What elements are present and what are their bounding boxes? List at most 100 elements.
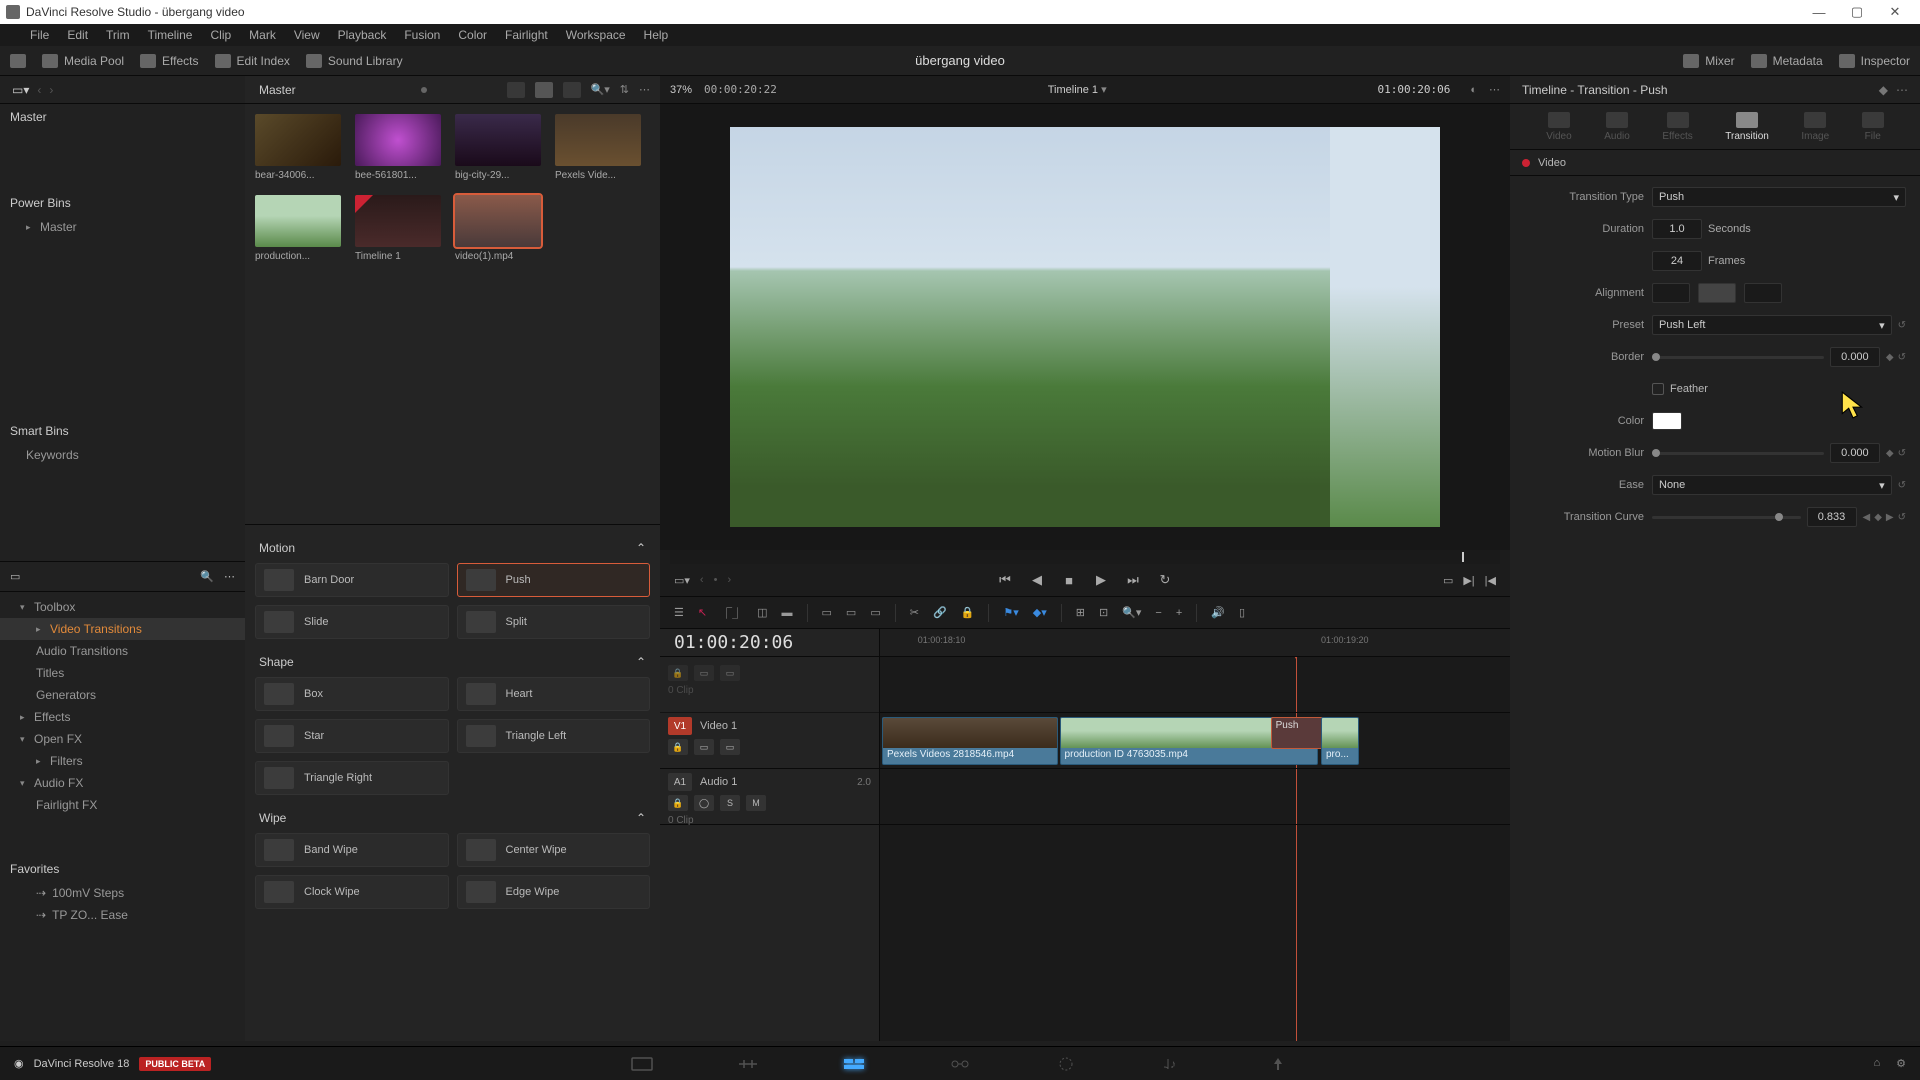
alignment-start-button[interactable] <box>1652 283 1690 303</box>
menu-workspace[interactable]: Workspace <box>566 28 626 42</box>
preset-dropdown[interactable]: Push Left▾ <box>1652 315 1892 335</box>
border-slider[interactable] <box>1652 356 1824 359</box>
settings-icon[interactable]: ⚙ <box>1896 1057 1906 1070</box>
transition-push[interactable]: Push <box>457 563 651 597</box>
category-wipe[interactable]: Wipe⌃ <box>255 803 650 833</box>
fx-audiofx[interactable]: ▾Audio FX <box>0 772 245 794</box>
track-display-icon[interactable]: ▭ <box>720 665 740 681</box>
transition-center-wipe[interactable]: Center Wipe <box>457 833 651 867</box>
nav-fwd-icon[interactable]: › <box>49 83 53 97</box>
sound-library-toggle[interactable]: Sound Library <box>306 54 403 68</box>
track-head-v2[interactable]: 🔒 ▭ ▭ 0 Clip <box>660 657 879 713</box>
inspector-section-video[interactable]: Video <box>1510 150 1920 176</box>
keyframe-prev-icon[interactable]: ◀ <box>1863 512 1871 523</box>
prev-edit-icon[interactable]: |◀ <box>1485 574 1496 587</box>
audio-icon[interactable]: 🔊 <box>1211 606 1225 619</box>
viewer-timeline-name[interactable]: Timeline 1 <box>1048 84 1098 96</box>
transition-barn-door[interactable]: Barn Door <box>255 563 449 597</box>
track-v1-lane[interactable]: Pexels Videos 2818546.mp4 production ID … <box>880 713 1510 769</box>
last-frame-button[interactable]: ⏭ <box>1124 571 1142 589</box>
search-icon[interactable]: 🔍 <box>200 570 214 583</box>
options-icon[interactable]: ⋯ <box>639 83 650 96</box>
first-frame-button[interactable]: ⏮ <box>996 571 1014 589</box>
timeline-timecode[interactable]: 01:00:20:06 <box>660 626 807 659</box>
transition-star[interactable]: Star <box>255 719 449 753</box>
menu-file[interactable]: File <box>30 28 49 42</box>
mixer-toggle[interactable]: Mixer <box>1683 54 1734 68</box>
transition-clock-wipe[interactable]: Clock Wipe <box>255 875 449 909</box>
maximize-button[interactable]: ▢ <box>1838 0 1876 24</box>
fx-generators[interactable]: Generators <box>0 684 245 706</box>
nav-prev-icon[interactable]: ‹ <box>700 574 704 586</box>
monitor-icon[interactable]: ▯ <box>1239 606 1245 619</box>
transition-slide[interactable]: Slide <box>255 605 449 639</box>
marker-icon[interactable]: ◆▾ <box>1033 606 1047 619</box>
home-icon[interactable]: ⌂ <box>1873 1057 1880 1070</box>
media-pool-toggle[interactable]: Media Pool <box>42 54 124 68</box>
viewer-canvas-area[interactable] <box>660 104 1510 550</box>
overwrite-icon[interactable]: ▭ <box>846 606 856 619</box>
inspector-tab-image[interactable]: Image <box>1801 112 1829 142</box>
insert-icon[interactable]: ▭ <box>822 606 832 619</box>
fx-fairlightfx[interactable]: Fairlight FX <box>0 794 245 816</box>
bin-root[interactable]: Master <box>0 104 245 130</box>
timeline-tracks-area[interactable]: Pexels Videos 2818546.mp4 production ID … <box>880 657 1510 1041</box>
fullscreen-toggle[interactable] <box>10 54 26 68</box>
inspector-tab-transition[interactable]: Transition <box>1725 112 1769 142</box>
track-badge-v1[interactable]: V1 <box>668 717 692 735</box>
reset-icon[interactable]: ↺ <box>1898 320 1906 331</box>
lock-track-icon[interactable]: 🔒 <box>668 739 688 755</box>
collapse-icon[interactable]: ⌃ <box>636 541 646 555</box>
keyframe-next-icon[interactable]: ▶ <box>1886 512 1894 523</box>
motion-blur-slider[interactable] <box>1652 452 1824 455</box>
menu-fusion[interactable]: Fusion <box>404 28 440 42</box>
menu-clip[interactable]: Clip <box>210 28 231 42</box>
fx-filters[interactable]: ▸Filters <box>0 750 245 772</box>
viewer-scrubber[interactable] <box>670 550 1500 564</box>
collapse-icon[interactable]: ⌃ <box>636 811 646 825</box>
transition-heart[interactable]: Heart <box>457 677 651 711</box>
transition-type-dropdown[interactable]: Push▾ <box>1652 187 1906 207</box>
replace-icon[interactable]: ▭ <box>870 606 880 619</box>
menu-edit[interactable]: Edit <box>67 28 88 42</box>
media-clip[interactable]: big-city-29... <box>455 114 541 181</box>
mute-button[interactable]: M <box>746 795 766 811</box>
track-v2-lane[interactable] <box>880 657 1510 713</box>
panel-layout-icon[interactable]: ▭ <box>10 570 20 583</box>
fx-audio-transitions[interactable]: Audio Transitions <box>0 640 245 662</box>
duration-seconds-input[interactable]: 1.0 <box>1652 219 1702 239</box>
media-clip[interactable]: production... <box>255 195 341 262</box>
fx-titles[interactable]: Titles <box>0 662 245 684</box>
duration-frames-input[interactable]: 24 <box>1652 251 1702 271</box>
lock-track-icon[interactable]: 🔒 <box>668 795 688 811</box>
menu-trim[interactable]: Trim <box>106 28 130 42</box>
track-display-icon[interactable]: ▭ <box>720 739 740 755</box>
view-list-icon[interactable] <box>563 82 581 98</box>
track-a1-lane[interactable] <box>880 769 1510 825</box>
transition-curve-value[interactable]: 0.833 <box>1807 507 1857 527</box>
close-button[interactable]: ✕ <box>1876 0 1914 24</box>
media-clip[interactable]: video(1).mp4 <box>455 195 541 262</box>
power-bin-item[interactable]: ▸Master <box>0 216 245 238</box>
menu-color[interactable]: Color <box>458 28 487 42</box>
menu-help[interactable]: Help <box>644 28 669 42</box>
border-value[interactable]: 0.000 <box>1830 347 1880 367</box>
fx-openfx[interactable]: ▾Open FX <box>0 728 245 750</box>
play-button[interactable]: ▶ <box>1092 571 1110 589</box>
metadata-toggle[interactable]: Metadata <box>1751 54 1823 68</box>
inspector-tab-file[interactable]: File <box>1862 112 1884 142</box>
menu-fairlight[interactable]: Fairlight <box>505 28 548 42</box>
reset-icon[interactable]: ↺ <box>1898 480 1906 491</box>
dynamic-trim-icon[interactable]: ◫ <box>757 606 767 619</box>
menu-timeline[interactable]: Timeline <box>148 28 193 42</box>
transition-triangle-left[interactable]: Triangle Left <box>457 719 651 753</box>
sort-icon[interactable]: ⇅ <box>620 83 629 96</box>
link-icon[interactable]: 🔗 <box>933 606 947 619</box>
alignment-end-button[interactable] <box>1744 283 1782 303</box>
edit-index-toggle[interactable]: Edit Index <box>215 54 290 68</box>
arm-icon[interactable]: ◯ <box>694 795 714 811</box>
menu-view[interactable]: View <box>294 28 320 42</box>
solo-button[interactable]: S <box>720 795 740 811</box>
keyframe-icon[interactable]: ◆ <box>1886 352 1894 363</box>
nav-back-icon[interactable]: ‹ <box>37 83 41 97</box>
